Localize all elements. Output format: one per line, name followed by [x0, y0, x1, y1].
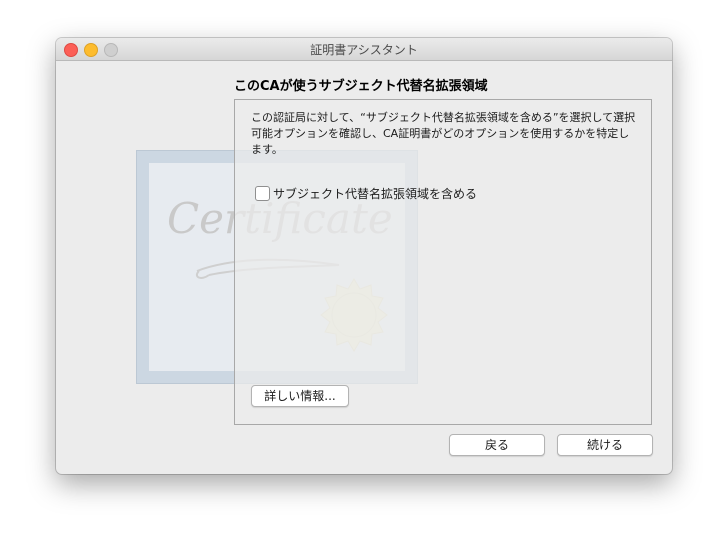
title-bar: 証明書アシスタント [56, 38, 672, 61]
page-heading: このCAが使うサブジェクト代替名拡張領域 [234, 79, 488, 94]
back-button[interactable]: 戻る [449, 434, 545, 456]
window-title: 証明書アシスタント [310, 43, 418, 57]
continue-button[interactable]: 続ける [557, 434, 653, 456]
description-text: この認証局に対して、“サブジェクト代替名拡張領域を含める”を選択して選択可能オプ… [251, 111, 636, 156]
content-panel: この認証局に対して、“サブジェクト代替名拡張領域を含める”を選択して選択可能オプ… [234, 99, 652, 425]
include-san-checkbox[interactable] [255, 186, 270, 201]
certificate-assistant-window: 証明書アシスタント Certificate このCAが使うサブジェクト代替名拡張… [56, 38, 672, 474]
include-san-label[interactable]: サブジェクト代替名拡張領域を含める [273, 185, 477, 202]
more-info-button[interactable]: 詳しい情報... [251, 385, 349, 407]
